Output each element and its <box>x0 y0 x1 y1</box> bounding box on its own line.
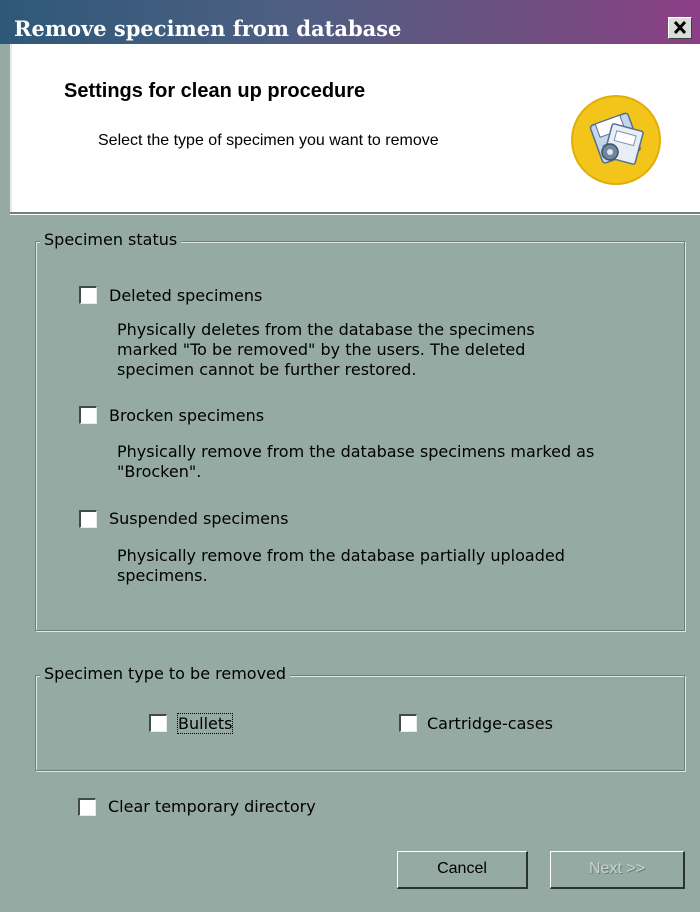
next-button[interactable]: Next >> <box>550 851 685 889</box>
clear-temp-label[interactable]: Clear temporary directory <box>108 797 316 816</box>
wizard-disk-icon <box>571 95 661 185</box>
header-separator <box>10 212 700 215</box>
window-title: Remove specimen from database <box>14 16 402 41</box>
cancel-button[interactable]: Cancel <box>397 851 528 889</box>
cartridge-cases-checkbox[interactable] <box>399 714 417 732</box>
close-icon <box>673 20 687 35</box>
deleted-specimens-checkbox[interactable] <box>79 286 97 304</box>
suspended-specimens-checkbox[interactable] <box>79 510 97 528</box>
cartridge-cases-label[interactable]: Cartridge-cases <box>427 714 553 733</box>
window-left-edge <box>0 44 10 912</box>
bullets-label[interactable]: Bullets <box>176 713 234 734</box>
remove-specimen-dialog: Remove specimen from database Settings f… <box>0 0 700 912</box>
brocken-specimens-description: Physically remove from the database spec… <box>117 442 595 481</box>
close-button[interactable] <box>668 17 692 39</box>
specimen-type-group: Specimen type to be removed Bullets Cart… <box>35 664 685 771</box>
clear-temp-checkbox[interactable] <box>78 798 96 816</box>
header-title: Settings for clean up procedure <box>64 80 366 102</box>
suspended-specimens-label[interactable]: Suspended specimens <box>109 509 289 528</box>
title-bar[interactable]: Remove specimen from database <box>0 0 700 44</box>
suspended-specimens-description: Physically remove from the database part… <box>117 546 565 585</box>
bullets-checkbox[interactable] <box>149 714 167 732</box>
wizard-header: Settings for clean up procedure Select t… <box>10 44 700 212</box>
brocken-specimens-label[interactable]: Brocken specimens <box>109 406 264 425</box>
specimen-status-legend: Specimen status <box>40 230 182 249</box>
specimen-status-group: Specimen status Deleted specimens Physic… <box>35 230 685 631</box>
deleted-specimens-description: Physically deletes from the database the… <box>117 320 535 379</box>
specimen-type-legend: Specimen type to be removed <box>40 664 291 683</box>
brocken-specimens-checkbox[interactable] <box>79 406 97 424</box>
header-subtitle: Select the type of specimen you want to … <box>98 132 439 149</box>
deleted-specimens-label[interactable]: Deleted specimens <box>109 286 262 305</box>
